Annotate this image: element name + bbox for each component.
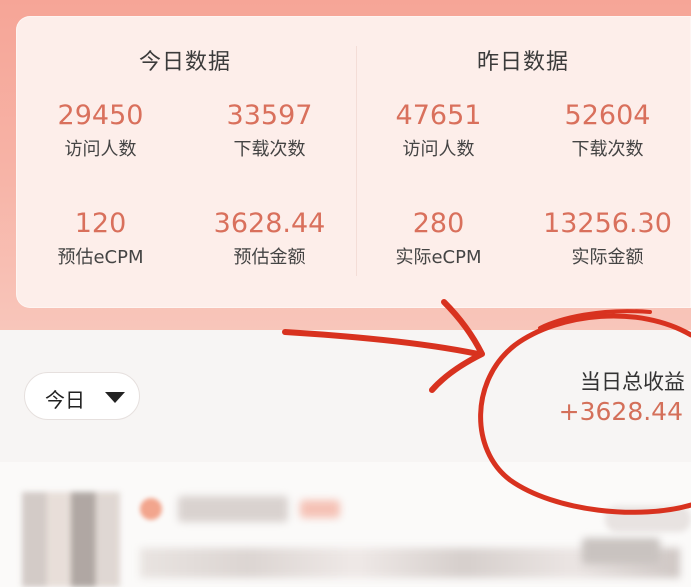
metric-label: 下载次数 [571, 139, 644, 160]
metric-value: 47651 [395, 100, 482, 131]
metric-label: 访问人数 [64, 139, 137, 160]
today-title: 今日数据 [138, 50, 231, 75]
metric-label: 实际eCPM [395, 247, 482, 268]
metric-value: 120 [74, 208, 127, 239]
metric-label: 预估金额 [233, 247, 306, 268]
today-stats: 今日数据 29450 访问人数 33597 下载次数 120 预估eCPM 36… [16, 16, 354, 308]
stats-card: 今日数据 29450 访问人数 33597 下载次数 120 预估eCPM 36… [16, 16, 691, 308]
daily-income-label: 当日总收益 [580, 370, 685, 394]
metric-value: 13256.30 [543, 208, 672, 239]
blurred-tag [300, 500, 340, 518]
yesterday-downloads: 52604 下载次数 [523, 100, 691, 161]
caret-down-icon [105, 392, 125, 403]
today-downloads: 33597 下载次数 [185, 100, 354, 161]
metric-value: 3628.44 [213, 208, 326, 239]
metric-label: 实际金额 [571, 247, 644, 268]
yesterday-title: 昨日数据 [476, 50, 569, 75]
metric-value: 33597 [226, 100, 313, 131]
metric-label: 下载次数 [233, 139, 306, 160]
daily-income-value: +3628.44 [558, 397, 683, 426]
metric-value: 29450 [57, 100, 144, 131]
today-ecpm: 120 预估eCPM [16, 208, 185, 269]
blurred-name [178, 496, 288, 522]
date-filter-dropdown[interactable]: 今日 [24, 372, 140, 420]
yesterday-stats: 昨日数据 47651 访问人数 52604 下载次数 280 实际eCPM 13… [354, 16, 691, 308]
metric-label: 预估eCPM [57, 247, 144, 268]
blurred-button [605, 506, 691, 532]
metric-value: 52604 [564, 100, 651, 131]
blurred-icon [140, 498, 162, 520]
yesterday-amount: 13256.30 实际金额 [523, 208, 691, 269]
blurred-meta [582, 538, 660, 564]
today-amount: 3628.44 预估金额 [185, 208, 354, 269]
yesterday-visitors: 47651 访问人数 [354, 100, 523, 161]
today-visitors: 29450 访问人数 [16, 100, 185, 161]
date-filter-label: 今日 [45, 388, 85, 412]
metric-value: 280 [412, 208, 465, 239]
metric-label: 访问人数 [402, 139, 475, 160]
yesterday-ecpm: 280 实际eCPM [354, 208, 523, 269]
avatar [22, 492, 120, 587]
